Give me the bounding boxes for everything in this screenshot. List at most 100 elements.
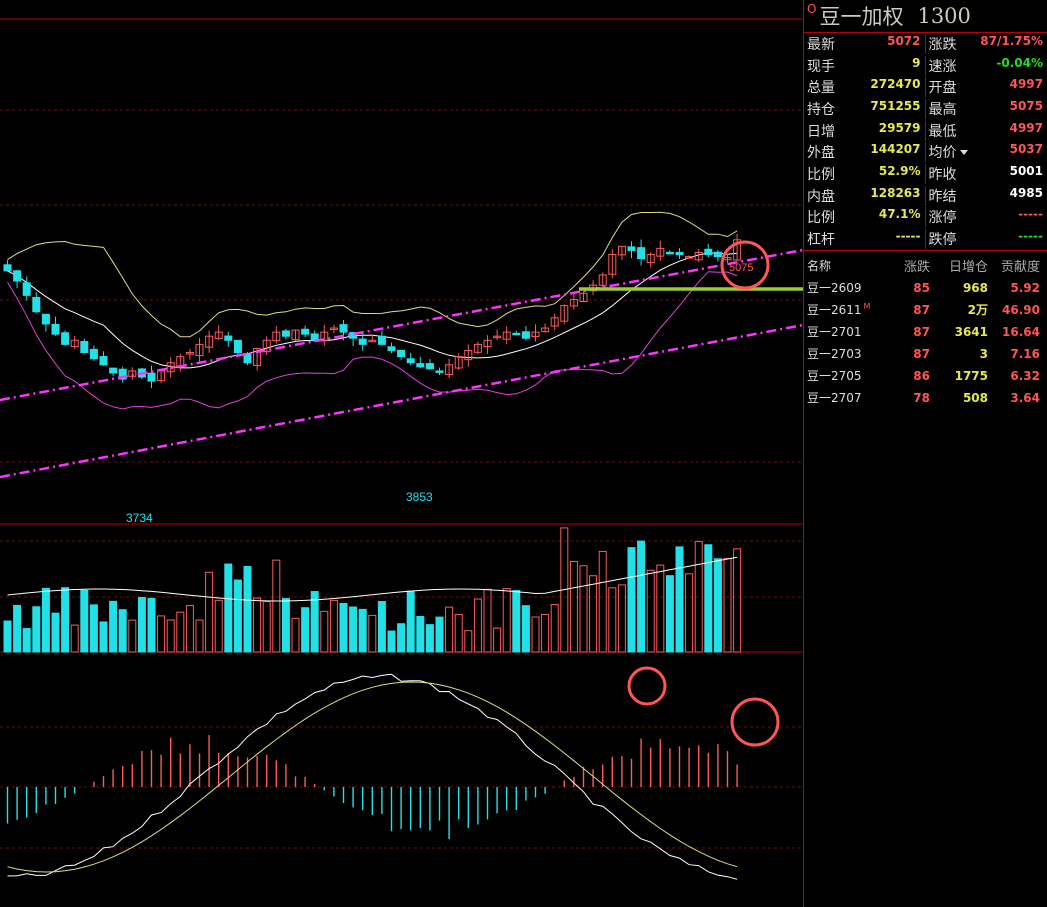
volume-bar xyxy=(301,607,310,653)
quote-cell-right: 涨跌 87/1.75% xyxy=(926,34,1047,54)
quote-cell-left: 持仓 751255 xyxy=(804,98,926,119)
volume-bar xyxy=(291,617,300,653)
volume-bar xyxy=(109,600,118,653)
contract-oi: 1775 xyxy=(954,368,988,383)
volume-bar xyxy=(521,605,530,653)
price-low-label-2: 3853 xyxy=(406,490,433,504)
quote-table: 最新 5072 涨跌 87/1.75% 现手 9 速涨 -0.04% 总量 27… xyxy=(804,32,1047,251)
volume-bar xyxy=(147,597,156,653)
dropdown-arrow-icon[interactable] xyxy=(959,150,968,156)
volume-bar xyxy=(646,569,655,653)
candle-body xyxy=(99,356,108,366)
volume-bar xyxy=(70,624,79,653)
candle-body xyxy=(281,330,290,337)
volume-bar xyxy=(425,624,434,653)
volume-bar xyxy=(502,588,511,653)
volume-bar xyxy=(224,563,233,653)
volume-bar xyxy=(329,599,338,653)
volume-bar xyxy=(589,575,598,653)
candle-body xyxy=(3,264,12,272)
volume-bar xyxy=(550,604,559,653)
contract-row[interactable]: 豆一2701 87 3641 16.64 xyxy=(804,321,1047,343)
quote-cell-left: 最新 5072 xyxy=(804,33,926,54)
col-contrib[interactable]: 贡献度 xyxy=(988,256,1040,275)
candle-body xyxy=(637,247,646,260)
volume-bar xyxy=(387,630,396,653)
volume-bar xyxy=(512,590,521,653)
quote-cell-left: 比例 52.9% xyxy=(804,163,926,184)
col-oi[interactable]: 日增仓 xyxy=(930,256,988,275)
volume-bar xyxy=(397,623,406,653)
contract-name: 豆一2609 xyxy=(807,281,862,296)
volume-bar xyxy=(339,602,348,653)
contracts-header: 名称 涨跌 日增仓 贡献度 xyxy=(804,255,1047,277)
quote-value: 9 xyxy=(912,55,921,70)
col-name[interactable]: 名称 xyxy=(807,257,893,274)
col-change[interactable]: 涨跌 xyxy=(893,256,930,275)
quote-label: 最高 xyxy=(928,101,957,118)
volume-bar xyxy=(464,630,473,653)
contract-contrib: 16.64 xyxy=(1002,324,1040,339)
candle-body xyxy=(301,328,310,335)
volume-bar xyxy=(349,606,358,653)
contract-name: 豆一2701 xyxy=(807,325,862,340)
quote-row: 外盘 144207 均价 5037 xyxy=(804,141,1047,163)
volume-bar xyxy=(675,546,684,653)
volume-bar xyxy=(185,605,194,653)
quote-value: 47.1% xyxy=(878,207,921,222)
quote-value: 128263 xyxy=(870,185,921,200)
quote-cell-right: 速涨 -0.04% xyxy=(926,56,1047,76)
contract-name: 豆一2707 xyxy=(807,391,862,406)
quote-value: 5075 xyxy=(1009,98,1043,113)
contract-row[interactable]: 豆一2609 85 968 5.92 xyxy=(804,277,1047,299)
contract-name: 豆一2705 xyxy=(807,369,862,384)
quote-row: 比例 52.9% 昨收 5001 xyxy=(804,163,1047,185)
contract-oi: 2万 xyxy=(967,303,988,318)
contract-row[interactable]: 豆一2703 87 3 7.16 xyxy=(804,343,1047,365)
quote-cell-left: 外盘 144207 xyxy=(804,142,926,163)
grid-lines xyxy=(0,18,803,849)
macd-dif-line xyxy=(7,673,738,880)
volume-bar xyxy=(253,597,262,653)
kline-chart[interactable]: 3734 3853 5075 xyxy=(0,0,803,907)
candlesticks[interactable] xyxy=(3,233,742,389)
volume-bar xyxy=(579,565,588,653)
chart-area[interactable]: 3734 3853 5075 xyxy=(0,0,803,907)
volume-bar xyxy=(713,558,722,653)
quote-value: ----- xyxy=(1018,229,1043,244)
quote-cell-left: 杠杆 ----- xyxy=(804,229,926,250)
quote-value: 751255 xyxy=(870,98,921,113)
candle-body xyxy=(397,349,406,358)
candle-body xyxy=(51,323,60,335)
instrument-title[interactable]: O 豆一加权 1300 xyxy=(804,0,1047,32)
volume-bar xyxy=(637,540,646,653)
quote-cell-right: 均价 5037 xyxy=(926,142,1047,162)
quote-label: 涨停 xyxy=(928,210,957,227)
contract-change: 87 xyxy=(913,346,930,361)
quote-cell-left: 总量 272470 xyxy=(804,77,926,98)
contract-row[interactable]: 豆一2705 86 1775 6.32 xyxy=(804,365,1047,387)
quote-label: 内盘 xyxy=(807,188,835,205)
contract-name: 豆一2611 M xyxy=(807,302,871,318)
contract-oi: 968 xyxy=(962,280,988,295)
candle-body xyxy=(425,363,434,370)
candle-body xyxy=(339,324,348,333)
contract-row[interactable]: 豆一2707 78 508 3.64 xyxy=(804,387,1047,409)
contract-contrib: 7.16 xyxy=(1010,346,1040,361)
contract-contrib: 6.32 xyxy=(1010,368,1040,383)
quote-label: 比例 xyxy=(807,210,835,227)
volume-bar xyxy=(51,612,60,653)
channel-lower-line xyxy=(0,323,803,479)
quote-label: 杠杆 xyxy=(807,232,835,249)
middle-band-line xyxy=(7,252,738,369)
volume-bar xyxy=(445,606,454,653)
volume-bar xyxy=(416,616,425,653)
quote-value: 29579 xyxy=(878,120,921,135)
quote-label: 总量 xyxy=(807,80,835,97)
volume-bar xyxy=(137,597,146,653)
volume-bar xyxy=(685,573,694,653)
contract-row[interactable]: 豆一2611 M 87 2万 46.90 xyxy=(804,299,1047,321)
candle-body xyxy=(358,338,367,345)
candle-body xyxy=(675,251,684,256)
volume-bar xyxy=(22,628,31,653)
